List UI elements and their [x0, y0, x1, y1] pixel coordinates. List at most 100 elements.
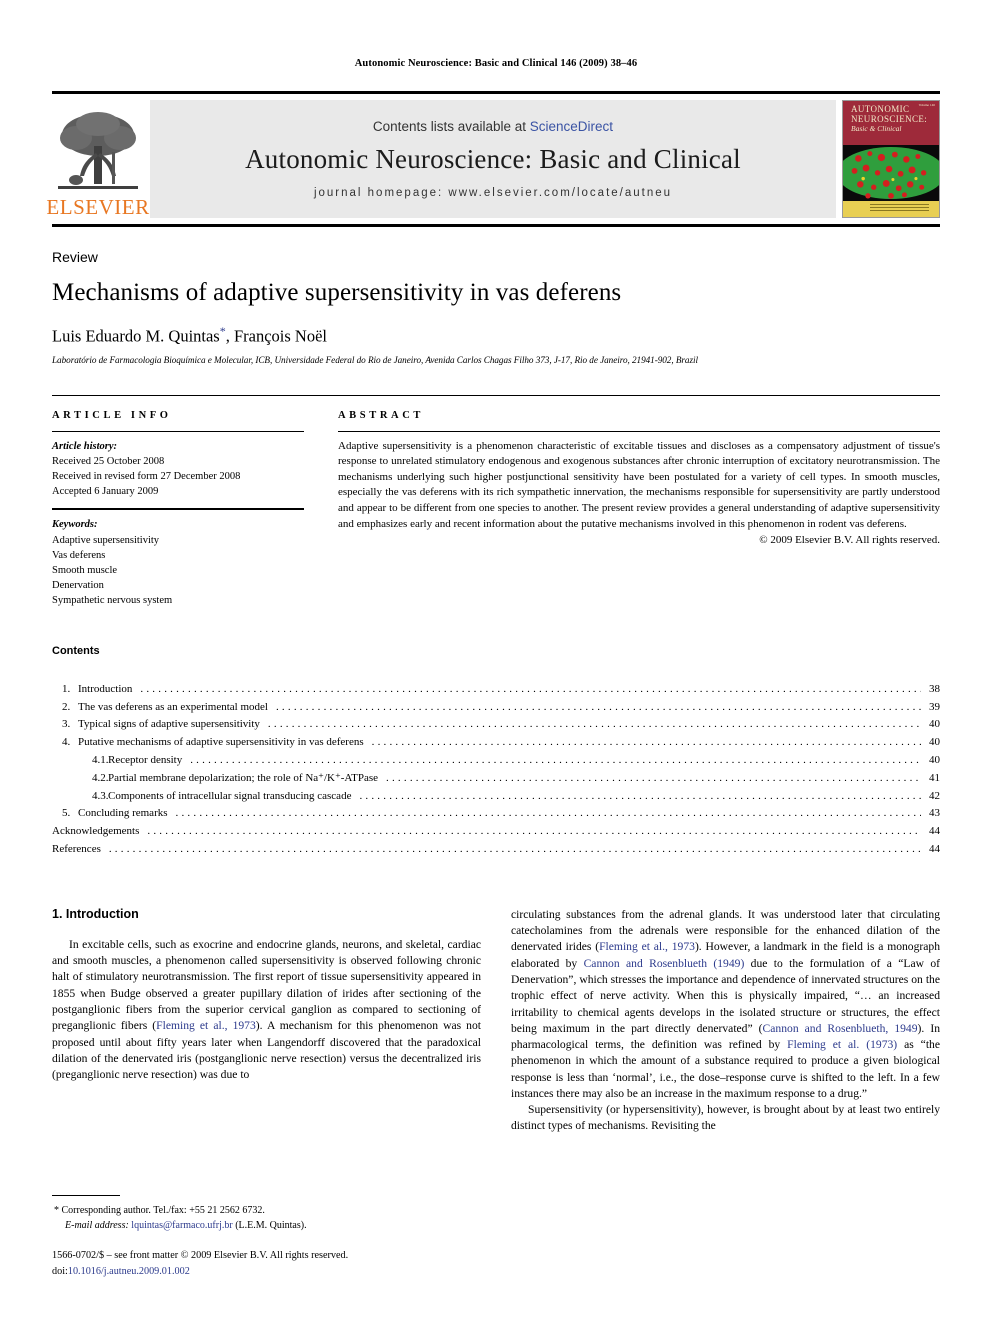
intro-paragraph-right-2: Supersensitivity (or hypersensitivity), …: [511, 1103, 940, 1133]
toc-page-number: 42: [929, 789, 940, 802]
toc-label: Putative mechanisms of adaptive supersen…: [78, 736, 364, 749]
divider: [338, 430, 940, 432]
toc-number: 4.2.: [92, 771, 109, 784]
toc-page-number: 40: [929, 736, 940, 749]
toc-page-number: 44: [929, 825, 940, 838]
section-heading-introduction: 1. Introduction: [52, 906, 139, 921]
toc-page-number: 40: [929, 718, 940, 731]
toc-number: 1.: [62, 682, 71, 695]
email-note: E-mail address: lquintas@farmaco.ufrj.br…: [52, 1218, 481, 1233]
issn-copyright-block: 1566-0702/$ – see front matter © 2009 El…: [52, 1248, 481, 1279]
toc-label: Concluding remarks: [78, 807, 168, 820]
toc-dot-leader: ........................................…: [190, 753, 921, 766]
journal-cover-thumbnail: Volume 146 AUTONOMIC NEUROSCIENCE: Basic…: [842, 100, 940, 218]
page-title: Mechanisms of adaptive supersensitivity …: [52, 279, 622, 306]
toc-row[interactable]: References..............................…: [52, 841, 940, 859]
article-history-item: Received in revised form 27 December 200…: [52, 470, 241, 482]
toc-row[interactable]: 1. Introduction..........................…: [52, 681, 940, 699]
toc-dot-leader: ........................................…: [140, 682, 921, 695]
toc-page-number: 39: [929, 700, 940, 713]
citation-link[interactable]: Fleming et al., 1973: [599, 940, 695, 953]
citation-link[interactable]: Fleming et al., 1973: [156, 1019, 256, 1032]
email-label: E-mail address:: [65, 1220, 129, 1232]
masthead-center: Contents lists available at ScienceDirec…: [150, 100, 836, 218]
sciencedirect-link[interactable]: ScienceDirect: [530, 119, 613, 134]
issn-line: 1566-0702/$ – see front matter © 2009 El…: [52, 1250, 349, 1262]
toc-row[interactable]: 4.1. Receptor density....................…: [52, 752, 940, 770]
footnote-divider: [52, 1195, 120, 1197]
author-list: Luis Eduardo M. Quintas*, François Noël: [52, 324, 940, 347]
toc-number: 4.3.: [92, 789, 109, 802]
doi-label: doi:: [52, 1265, 68, 1277]
toc-label: Partial membrane depolarization; the rol…: [108, 771, 379, 784]
toc-row[interactable]: 4.3. Components of intracellular signal t…: [52, 788, 940, 806]
doi-link[interactable]: 10.1016/j.autneu.2009.01.002: [68, 1266, 190, 1277]
toc-row[interactable]: 4. Putative mechanisms of adaptive supers…: [52, 734, 940, 752]
toc-page-number: 43: [929, 807, 940, 820]
cover-cells-icon: [851, 151, 927, 199]
cover-title-band: Volume 146 AUTONOMIC NEUROSCIENCE: Basic…: [843, 101, 939, 146]
email-link[interactable]: lquintas@farmaco.ufrj.br: [131, 1220, 232, 1231]
toc-label: References: [52, 843, 101, 855]
intro-paragraph-right: circulating substances from the adrenal …: [511, 907, 940, 1102]
toc-page-number: 38: [929, 682, 940, 695]
article-history-item: Accepted 6 January 2009: [52, 486, 159, 498]
paper-page: Autonomic Neuroscience: Basic and Clinic…: [0, 0, 992, 1323]
toc-label: Acknowledgements: [52, 825, 140, 838]
cover-footer-text-lines: [869, 204, 930, 213]
citation-link[interactable]: Fleming et al. (1973): [787, 1038, 897, 1051]
toc-dot-leader: ........................................…: [175, 807, 921, 820]
cover-line-3: Basic & Clinical: [851, 124, 902, 134]
footnote-block: * Corresponding author. Tel./fax: +55 21…: [52, 1195, 481, 1279]
body-column-left: 1. Introduction In excitable cells, such…: [52, 907, 481, 1135]
keyword-item: Smooth muscle: [52, 565, 118, 577]
toc-label: Components of intracellular signal trans…: [108, 789, 352, 802]
toc-label: Receptor density: [108, 753, 183, 766]
keyword-item: Adaptive supersensitivity: [52, 534, 160, 546]
contents-available-text: Contents lists available at: [372, 119, 527, 134]
cover-line-2: NEUROSCIENCE:: [851, 114, 928, 125]
toc-number: 3.: [62, 718, 71, 731]
divider: [52, 430, 304, 432]
toc-row[interactable]: 3. Typical signs of adaptive supersensiti…: [52, 716, 940, 734]
toc-label: Introduction: [78, 682, 133, 695]
toc-dot-leader: ........................................…: [267, 718, 921, 731]
toc-number: 2.: [62, 700, 71, 713]
keyword-item: Sympathetic nervous system: [52, 595, 173, 607]
info-abstract-block: ARTICLE INFO Article history: Received 2…: [52, 394, 940, 609]
toc-page-number: 44: [929, 843, 940, 855]
email-owner: (L.E.M. Quintas).: [235, 1220, 307, 1232]
toc-row[interactable]: Acknowledgements........................…: [52, 823, 940, 841]
divider: [52, 508, 304, 511]
keywords-label: Keywords:: [52, 519, 98, 531]
table-of-contents: 1. Introduction..........................…: [52, 681, 940, 859]
intro-paragraph-left: In excitable cells, such as exocrine and…: [52, 937, 481, 1084]
toc-row[interactable]: 4.2. Partial membrane depolarization; the…: [52, 770, 940, 788]
article-history-item: Received 25 October 2008: [52, 455, 165, 467]
contents-available-line: Contents lists available at ScienceDirec…: [373, 119, 613, 134]
toc-dot-leader: ........................................…: [386, 771, 921, 784]
toc-number: 4.1.: [92, 753, 109, 766]
article-info-column: ARTICLE INFO Article history: Received 2…: [52, 410, 304, 609]
toc-number: 5.: [62, 807, 71, 820]
toc-row[interactable]: 5. Concluding remarks....................…: [52, 805, 940, 823]
toc-number: 4.: [62, 736, 71, 749]
toc-page-number: 41: [929, 771, 940, 784]
elsevier-tree-icon: [58, 112, 138, 189]
abstract-column: ABSTRACT Adaptive supersensitivity is a …: [338, 410, 940, 609]
toc-dot-leader: ........................................…: [275, 700, 921, 713]
citation-link[interactable]: Cannon and Rosenblueth, 1949: [763, 1022, 918, 1035]
contents-heading: Contents: [52, 644, 100, 657]
body-columns: 1. Introduction In excitable cells, such…: [52, 907, 940, 1135]
elsevier-logo: ELSEVIER: [46, 100, 149, 218]
author-first: Luis Eduardo M. Quintas: [52, 326, 220, 346]
citation-link[interactable]: Cannon and Rosenblueth (1949): [584, 957, 745, 970]
keyword-item: Vas deferens: [52, 549, 106, 561]
affiliation: Laboratório de Farmacologia Bioquímica e…: [52, 354, 698, 365]
doi-line: doi:10.1016/j.autneu.2009.01.002: [52, 1264, 481, 1279]
toc-row[interactable]: 2. The vas deferens as an experimental mo…: [52, 699, 940, 717]
article-type: Review: [52, 249, 98, 265]
elsevier-wordmark: ELSEVIER: [46, 195, 150, 219]
journal-homepage[interactable]: journal homepage: www.elsevier.com/locat…: [314, 187, 672, 199]
corresponding-author-note: * Corresponding author. Tel./fax: +55 21…: [54, 1205, 265, 1217]
